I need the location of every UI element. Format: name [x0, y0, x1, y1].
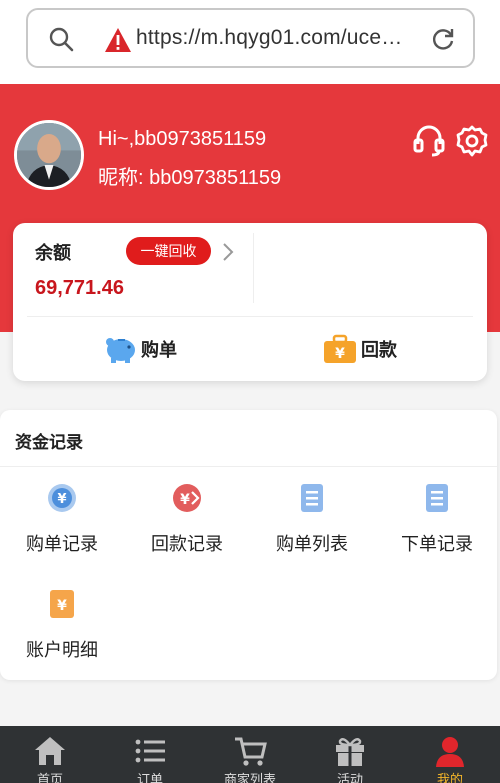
customer-service-icon[interactable] [412, 124, 446, 158]
order-records-item[interactable]: 下单记录 [382, 482, 492, 556]
svg-text:¥: ¥ [57, 598, 67, 614]
browser-toolbar: https://m.hqyg01.com/uce… [0, 0, 500, 84]
buy-order-button[interactable]: 购单 [103, 331, 177, 367]
svg-text:¥: ¥ [57, 492, 66, 507]
balance-label: 余额 [35, 243, 71, 264]
return-payment-button[interactable]: ¥ 回款 [323, 331, 397, 367]
balance-card: 余额 一键回收 69,771.46 购单 ¥ 回款 [13, 223, 487, 381]
nav-item-mine[interactable]: 我的 [400, 726, 500, 783]
avatar[interactable] [14, 120, 84, 190]
withdraw-all-button[interactable]: 一键回收 [126, 237, 211, 265]
account-details-item[interactable]: ¥ 账户明细 [7, 588, 117, 662]
divider [0, 466, 497, 467]
grid-label: 购单列表 [276, 534, 348, 555]
warning-icon[interactable] [104, 27, 132, 53]
list-doc-icon [301, 484, 323, 512]
nav-label: 商家列表 [223, 773, 276, 783]
return-records-item[interactable]: ¥ 回款记录 [132, 482, 242, 556]
settings-icon[interactable] [455, 124, 489, 158]
gift-icon [336, 738, 364, 766]
nav-label: 我的 [436, 773, 463, 783]
nav-item-activity[interactable]: 活动 [300, 726, 400, 783]
nav-item-home[interactable]: 首页 [0, 726, 100, 783]
address-bar[interactable]: https://m.hqyg01.com/uce… [26, 8, 475, 68]
grid-label: 账户明细 [26, 640, 98, 661]
yen-return-icon: ¥ [173, 484, 201, 512]
user-icon [436, 737, 464, 767]
reload-icon[interactable] [430, 26, 456, 52]
purchase-records-item[interactable]: ¥ 购单记录 [7, 482, 117, 556]
nav-label: 订单 [136, 773, 163, 783]
chevron-right-icon[interactable] [222, 242, 234, 262]
nav-label: 活动 [336, 773, 363, 783]
svg-text:¥: ¥ [335, 346, 345, 362]
balance-amount: 69,771.46 [35, 277, 124, 299]
yen-coin-icon: ¥ [48, 484, 76, 512]
grid-label: 购单记录 [26, 534, 98, 555]
greeting-text: Hi~,bb0973851159 [98, 128, 267, 150]
cart-icon [235, 737, 267, 766]
avatar-portrait [17, 123, 81, 187]
briefcase-yen-icon: ¥ [324, 334, 356, 363]
nav-item-merchants[interactable]: 商家列表 [200, 726, 300, 783]
section-title: 资金记录 [15, 433, 83, 453]
nav-item-orders[interactable]: 订单 [100, 726, 200, 783]
divider [27, 316, 473, 317]
yen-doc-icon: ¥ [50, 590, 74, 618]
svg-text:¥: ¥ [180, 492, 190, 508]
nav-label: 首页 [36, 773, 63, 783]
bottom-nav: 首页 订单 商家列表 活动 我的 [0, 726, 500, 783]
piggy-bank-icon [106, 338, 135, 363]
list-icon [135, 739, 165, 763]
return-payment-label: 回款 [361, 340, 397, 361]
list-doc-icon [426, 484, 448, 512]
grid-label: 回款记录 [151, 534, 223, 555]
fund-records-panel: 资金记录 ¥ 购单记录 ¥ 回款记录 购单列表 下单记录 ¥ 账户明细 [0, 410, 497, 680]
nickname-text: 昵称: bb0973851159 [98, 167, 282, 189]
purchase-list-item[interactable]: 购单列表 [257, 482, 367, 556]
search-icon[interactable] [48, 26, 74, 52]
buy-order-label: 购单 [141, 340, 177, 361]
url-text[interactable]: https://m.hqyg01.com/uce… [136, 26, 402, 50]
home-icon [35, 737, 65, 765]
grid-label: 下单记录 [401, 534, 473, 555]
divider [253, 233, 254, 303]
